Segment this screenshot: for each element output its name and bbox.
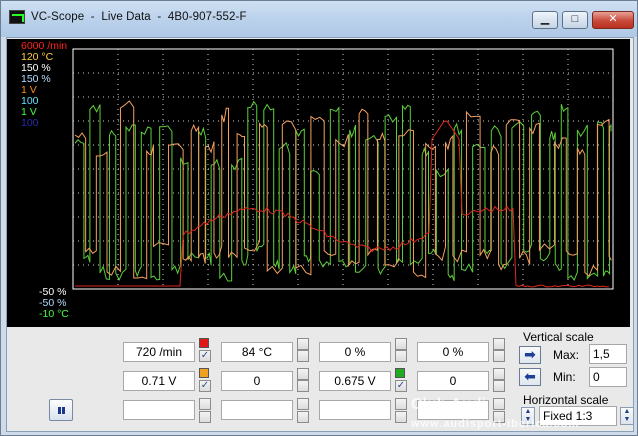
channel-2-value: 84 °C (221, 342, 293, 362)
channel-3-checkbox[interactable] (395, 350, 407, 362)
vertical-min-label: Min: (553, 370, 576, 384)
channel-8-checkbox-a[interactable] (493, 368, 505, 380)
scope-display: 6000 /min 120 °C 150 % 150 % 1 V 100 1 V 100 -5… (7, 39, 630, 327)
maximize-button[interactable]: □ (562, 11, 588, 29)
channel-3-value: 0 % (319, 342, 391, 362)
channel-12-checkbox-a[interactable] (493, 398, 505, 410)
channel-5-value: 0.71 V (123, 371, 195, 391)
vertical-max-label: Max: (553, 348, 580, 362)
channel-3-checkbox-a[interactable] (395, 338, 407, 350)
scope-plot (72, 48, 614, 290)
channel-1-value: 720 /min (123, 342, 195, 362)
close-button[interactable]: ✕ (592, 11, 634, 29)
horizontal-scale-title: Horizontal scale (523, 393, 609, 407)
channel-11-checkbox[interactable] (395, 411, 407, 423)
scale-label-bottom: -10 °C (39, 308, 69, 320)
channel-11-value (319, 400, 391, 420)
channel-9-value (123, 400, 195, 420)
vertical-min-input[interactable]: 0 (589, 367, 627, 387)
app-window: VC-Scope - Live Data - 4B0-907-552-F ▁ □… (0, 0, 638, 436)
vertical-scale-title: Vertical scale (523, 330, 594, 344)
channel-6-value: 0 (221, 371, 293, 391)
arrow-right-button[interactable]: ➡ (519, 346, 541, 364)
arrow-left-button[interactable]: ⬅ (519, 368, 541, 386)
channel-2-checkbox-a[interactable] (297, 338, 309, 350)
scale-label-top: 100 (21, 117, 39, 129)
channel-6-checkbox[interactable] (297, 380, 309, 392)
channel-9-checkbox[interactable] (199, 411, 211, 423)
channel-7-checkbox[interactable]: ✓ (395, 380, 407, 392)
channel-1-checkbox[interactable]: ✓ (199, 350, 211, 362)
channel-6-checkbox-a[interactable] (297, 368, 309, 380)
channel-10-value (221, 400, 293, 420)
pause-button[interactable] (49, 399, 73, 421)
horizontal-scale-spin-right[interactable]: ▲ ▼ (620, 407, 634, 425)
channel-9-checkbox-a[interactable] (199, 398, 211, 410)
channel-8-value: 0 (417, 371, 489, 391)
scope-app-icon (9, 10, 25, 24)
channel-4-value: 0 % (417, 342, 489, 362)
channel-5-checkbox[interactable]: ✓ (199, 380, 211, 392)
channel-5-color-swatch[interactable] (199, 368, 209, 378)
minimize-button[interactable]: ▁ (532, 11, 558, 29)
channel-7-value: 0.675 V (319, 371, 391, 391)
watermark-logo: Club Audi (411, 396, 486, 413)
window-title: VC-Scope - Live Data - 4B0-907-552-F (31, 11, 247, 23)
vertical-max-input[interactable]: 1,5 (589, 344, 627, 364)
title-bar[interactable]: VC-Scope - Live Data - 4B0-907-552-F ▁ □… (1, 1, 637, 37)
channel-10-checkbox[interactable] (297, 411, 309, 423)
channel-4-checkbox-a[interactable] (493, 338, 505, 350)
channel-4-checkbox[interactable] (493, 350, 505, 362)
channel-10-checkbox-a[interactable] (297, 398, 309, 410)
channel-7-color-swatch[interactable] (395, 368, 405, 378)
watermark-url: www.audisport-iberica.com (411, 418, 580, 430)
channel-11-checkbox-a[interactable] (395, 398, 407, 410)
channel-8-checkbox[interactable] (493, 380, 505, 392)
channel-2-checkbox[interactable] (297, 350, 309, 362)
channel-1-color-swatch[interactable] (199, 338, 209, 348)
